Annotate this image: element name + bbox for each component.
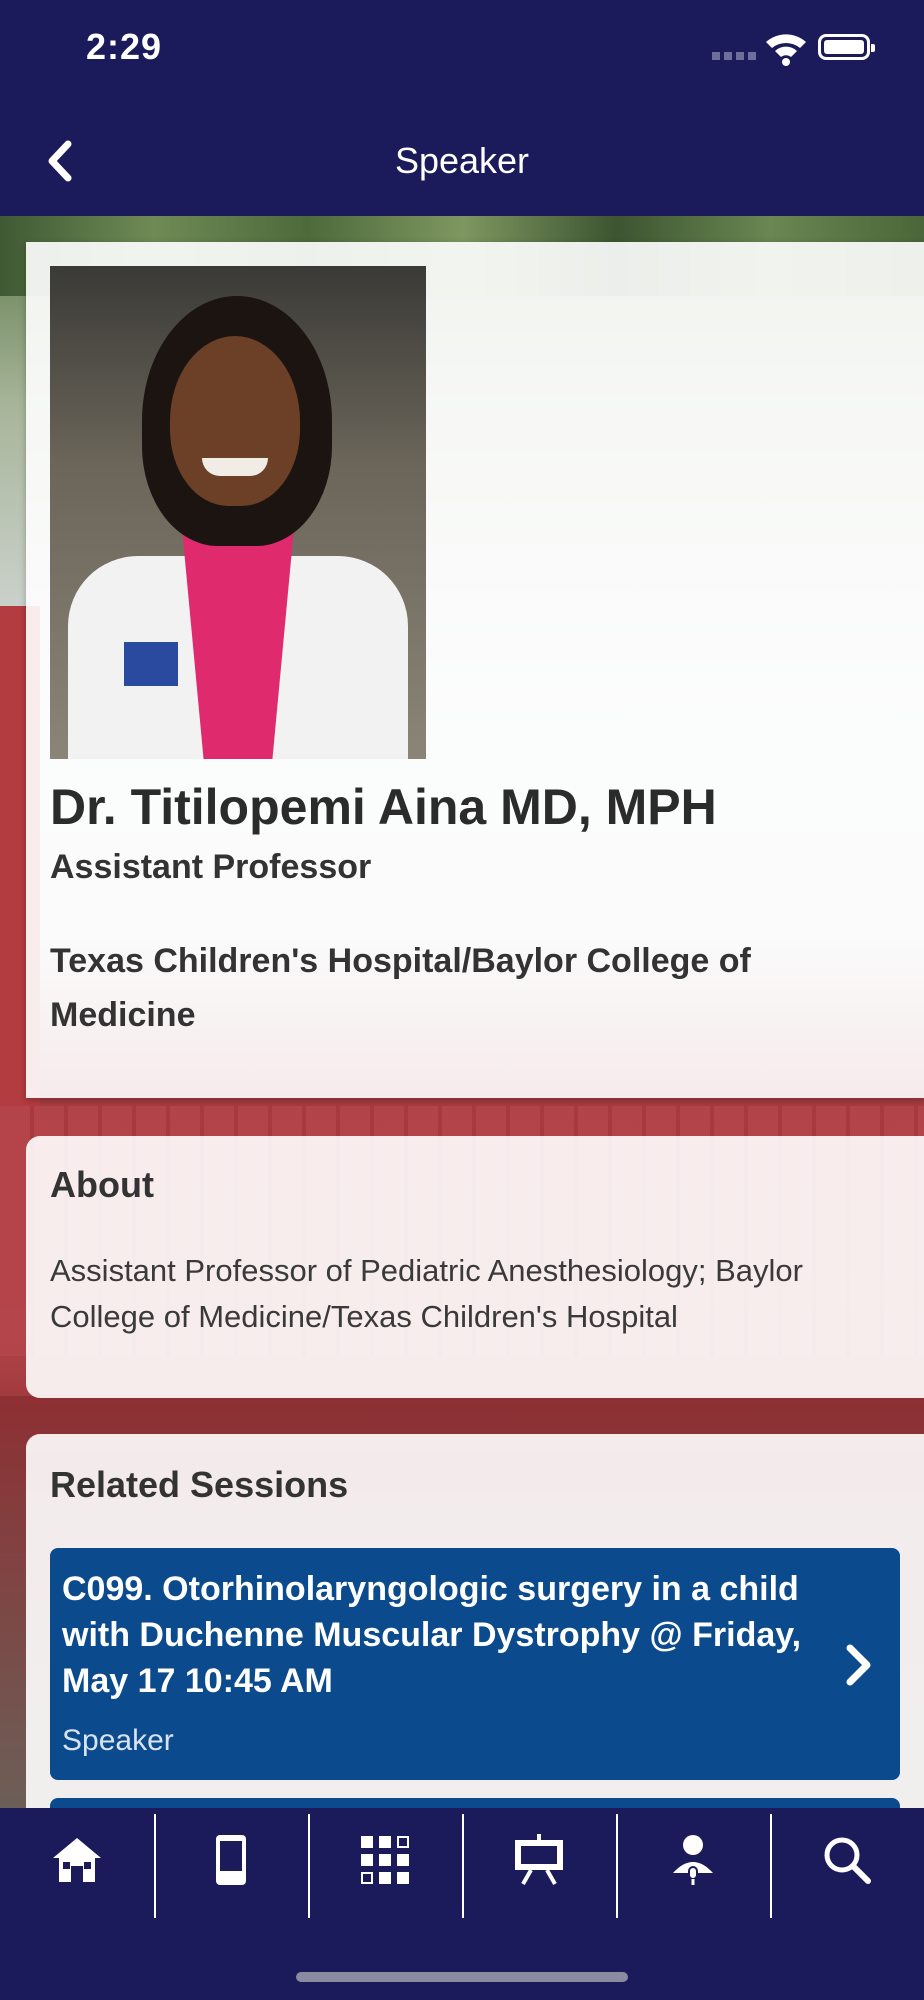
speaker-organization: Texas Children's Hospital/Baylor College… <box>50 942 751 1034</box>
speaker-name: Dr. Titilopemi Aina MD, MPH <box>50 779 717 835</box>
chevron-right-icon <box>846 1644 871 1686</box>
home-icon <box>52 1838 101 1882</box>
tab-mobile[interactable] <box>154 1808 307 1912</box>
about-card: About Assistant Professor of Pediatric A… <box>26 1136 924 1398</box>
presentation-board-icon <box>514 1834 563 1885</box>
page-title: Speaker <box>394 140 530 181</box>
speaker-profile-card: Dr. Titilopemi Aina MD, MPH Assistant Pr… <box>26 242 924 1098</box>
signal-icon <box>712 52 756 60</box>
mobile-device-icon <box>215 1835 246 1885</box>
wifi-icon <box>766 34 806 66</box>
status-time: 2:29 <box>86 26 163 67</box>
speaker-title: Assistant Professor <box>50 848 372 886</box>
about-text: Assistant Professor of Pediatric Anesthe… <box>50 1253 803 1334</box>
search-icon <box>824 1837 871 1884</box>
tab-speakers[interactable] <box>616 1808 769 1912</box>
speaker-person-icon <box>672 1835 713 1885</box>
session-item[interactable]: C099. Otorhinolaryngologic surgery in a … <box>50 1548 900 1780</box>
session-role: Speaker <box>62 1724 174 1757</box>
session-title: C099. Otorhinolaryngologic surgery in a … <box>62 1570 802 1700</box>
related-sessions-card: Related Sessions C099. Otorhinolaryngolo… <box>26 1434 924 1834</box>
status-bar: 2:29 <box>0 0 924 100</box>
battery-icon <box>818 34 875 60</box>
about-heading: About <box>50 1164 154 1205</box>
home-indicator <box>296 1972 628 1982</box>
tab-search[interactable] <box>770 1808 923 1912</box>
tab-grid[interactable] <box>308 1808 461 1912</box>
grid-qr-icon <box>360 1836 409 1884</box>
related-sessions-heading: Related Sessions <box>50 1464 349 1505</box>
tab-sessions[interactable] <box>462 1808 615 1912</box>
nav-bar: Speaker <box>0 100 924 216</box>
speaker-photo <box>50 266 426 759</box>
tab-home[interactable] <box>0 1808 153 1912</box>
